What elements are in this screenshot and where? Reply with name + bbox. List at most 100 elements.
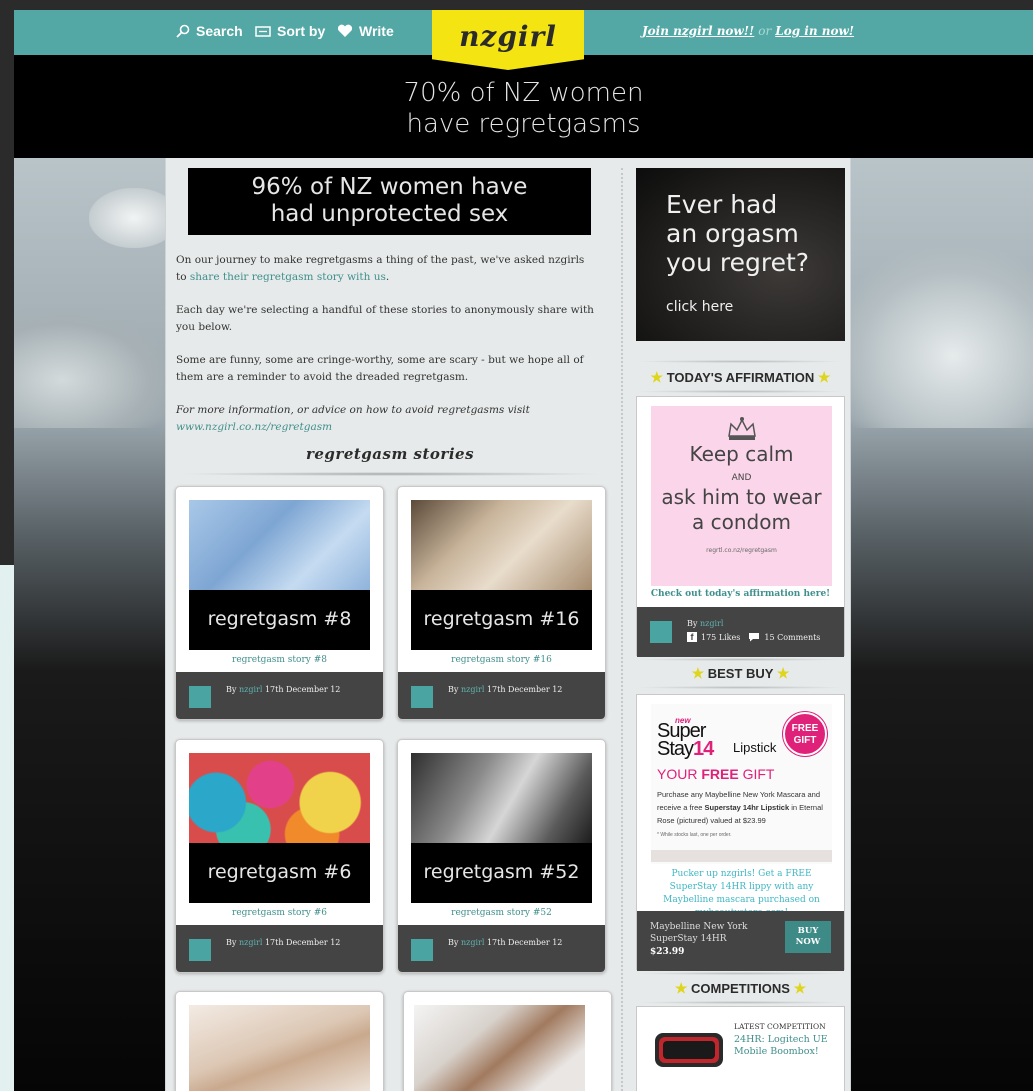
- story-thumbnail[interactable]: regretgasm #16: [411, 500, 592, 650]
- nav-sort[interactable]: Sort by: [255, 20, 325, 42]
- story-link[interactable]: regretgasm story #8: [176, 655, 383, 665]
- story-caption: regretgasm #52: [411, 843, 592, 903]
- stat-banner-line-1: 96% of NZ women have: [251, 174, 528, 200]
- competitions-heading: ★ COMPETITIONS ★: [636, 980, 845, 997]
- author-link[interactable]: nzgirl: [700, 619, 723, 628]
- latest-competition-label: LATEST COMPETITION: [734, 1022, 826, 1031]
- promo-click-here[interactable]: click here: [666, 293, 845, 322]
- author-link[interactable]: nzgirl: [239, 685, 262, 694]
- regret-promo[interactable]: Ever had an orgasm you regret? click her…: [636, 168, 845, 341]
- avatar[interactable]: [189, 686, 211, 708]
- social-stats: f 175 Likes 15 Comments: [687, 632, 820, 642]
- avatar[interactable]: [411, 939, 433, 961]
- byline: By nzgirl 17th December 12: [226, 938, 340, 947]
- star-icon: ★: [650, 369, 664, 385]
- author-link[interactable]: nzgirl: [239, 938, 262, 947]
- column-divider: [621, 168, 623, 1091]
- byline-by: By: [687, 619, 698, 628]
- competition-title[interactable]: 24HR: Logitech UE Mobile Boombox!: [734, 1034, 839, 1058]
- stat-banner-line-2: had unprotected sex: [270, 201, 509, 227]
- keep-calm-url: regrtl.co.nz/regretgasm: [706, 547, 777, 554]
- bed-right: [833, 248, 1033, 428]
- story-caption: regretgasm #16: [411, 590, 592, 650]
- logo[interactable]: nzgirl: [432, 10, 584, 70]
- competitions-heading-text: COMPETITIONS: [691, 981, 790, 996]
- buy-now-button[interactable]: BUY NOW: [785, 921, 831, 953]
- product-price: $23.99: [650, 947, 685, 957]
- affirmation-heading-text: TODAY'S AFFIRMATION: [666, 370, 815, 385]
- login-link[interactable]: Log in now!: [775, 24, 854, 38]
- share-story-link[interactable]: share their regretgasm story with us: [190, 271, 386, 283]
- nav-search-label: Search: [196, 23, 243, 39]
- story-card[interactable]: [403, 991, 612, 1091]
- hero-line-1: 70% of NZ women: [403, 78, 644, 108]
- avatar[interactable]: [411, 686, 433, 708]
- story-card[interactable]: regretgasm #52 regretgasm story #52 By n…: [397, 739, 606, 973]
- author-link[interactable]: nzgirl: [461, 685, 484, 694]
- promo-line-1: Ever had: [666, 190, 778, 219]
- affirmation-card[interactable]: Keep calm AND ask him to wear a condom r…: [636, 396, 845, 657]
- search-icon: [176, 24, 190, 38]
- keep-calm-poster[interactable]: Keep calm AND ask him to wear a condom r…: [651, 406, 832, 586]
- hero-headline: 70% of NZ women have regretgasms: [14, 78, 1033, 140]
- story-date: 17th December 12: [486, 685, 563, 694]
- nav-search[interactable]: Search: [176, 20, 243, 42]
- story-card[interactable]: regretgasm #8 regretgasm story #8 By nzg…: [175, 486, 384, 720]
- join-link[interactable]: Join nzgirl now!!: [642, 24, 754, 38]
- best-buy-card[interactable]: new Super Stay14 Lipstick FREE GIFT YOUR …: [636, 694, 845, 971]
- story-thumbnail[interactable]: regretgasm #52: [411, 753, 592, 903]
- promo-line-2: an orgasm: [666, 219, 799, 248]
- story-card[interactable]: regretgasm #6 regretgasm story #6 By nzg…: [175, 739, 384, 973]
- story-thumbnail[interactable]: regretgasm #6: [189, 753, 370, 903]
- ad-stripe: [651, 850, 832, 862]
- affirmation-link[interactable]: Check out today's affirmation here!: [637, 589, 844, 599]
- best-buy-heading: ★ BEST BUY ★: [636, 665, 845, 682]
- byline: By nzgirl 17th December 12: [448, 685, 562, 694]
- competitions-rule-bottom: [636, 1001, 845, 1004]
- boombox-image[interactable]: [651, 1021, 727, 1073]
- likes-count: 175 Likes: [701, 632, 741, 642]
- story-thumbnail[interactable]: regretgasm #8: [189, 500, 370, 650]
- top-strip: [0, 0, 1033, 10]
- product-name: Maybelline New York SuperStay 14HR: [650, 922, 748, 944]
- byline: By nzgirl: [687, 619, 723, 628]
- story-photo: [411, 500, 592, 590]
- ad-free: FREE: [701, 766, 739, 782]
- author-link[interactable]: nzgirl: [461, 938, 484, 947]
- ad-note: * While stocks last, one per order.: [657, 832, 732, 838]
- avatar[interactable]: [189, 939, 211, 961]
- affirmation-footer: By nzgirl f 175 Likes 15 Comments: [637, 607, 844, 657]
- intro-paragraph-3: Some are funny, some are cringe-worthy, …: [176, 354, 584, 383]
- ad-lipstick: Lipstick: [733, 740, 777, 755]
- best-buy-footer: Maybelline New York SuperStay 14HR $23.9…: [637, 911, 844, 971]
- star-icon: ★: [691, 665, 705, 681]
- stat-banner: 96% of NZ women have had unprotected sex: [188, 168, 591, 235]
- story-link[interactable]: regretgasm story #52: [398, 908, 605, 918]
- best-buy-rule-bottom: [636, 686, 845, 689]
- story-footer: By nzgirl 17th December 12: [176, 925, 383, 972]
- nav-write[interactable]: Write: [337, 20, 394, 42]
- story-link[interactable]: regretgasm story #6: [176, 908, 383, 918]
- story-card[interactable]: regretgasm #16 regretgasm story #16 By n…: [397, 486, 606, 720]
- intro-p4-text: For more information, or advice on how t…: [176, 404, 530, 416]
- story-link[interactable]: regretgasm story #16: [398, 655, 605, 665]
- story-thumbnail[interactable]: [414, 1005, 585, 1091]
- keep-calm-and: AND: [731, 473, 752, 483]
- competition-card[interactable]: LATEST COMPETITION 24HR: Logitech UE Mob…: [636, 1006, 845, 1091]
- maybelline-ad[interactable]: new Super Stay14 Lipstick FREE GIFT YOUR …: [651, 704, 832, 864]
- byline-by: By: [448, 938, 459, 947]
- bed-left: [14, 308, 174, 428]
- intro-paragraph-2: Each day we're selecting a handful of th…: [176, 304, 594, 333]
- ad-copy: Purchase any Maybelline New York Mascara…: [657, 788, 829, 827]
- story-thumbnail[interactable]: [189, 1005, 370, 1091]
- comment-icon[interactable]: [748, 632, 760, 642]
- nav-sort-label: Sort by: [277, 23, 326, 39]
- stories-heading: regretgasm stories: [305, 445, 475, 463]
- facebook-icon[interactable]: f: [687, 632, 697, 642]
- regretgasm-info-link[interactable]: www.nzgirl.co.nz/regretgasm: [176, 421, 332, 433]
- story-caption: regretgasm #6: [189, 843, 370, 903]
- star-icon: ★: [674, 980, 688, 996]
- ad-your-free-gift: YOUR FREE GIFT: [657, 766, 774, 782]
- avatar[interactable]: [650, 621, 672, 643]
- story-card[interactable]: [175, 991, 384, 1091]
